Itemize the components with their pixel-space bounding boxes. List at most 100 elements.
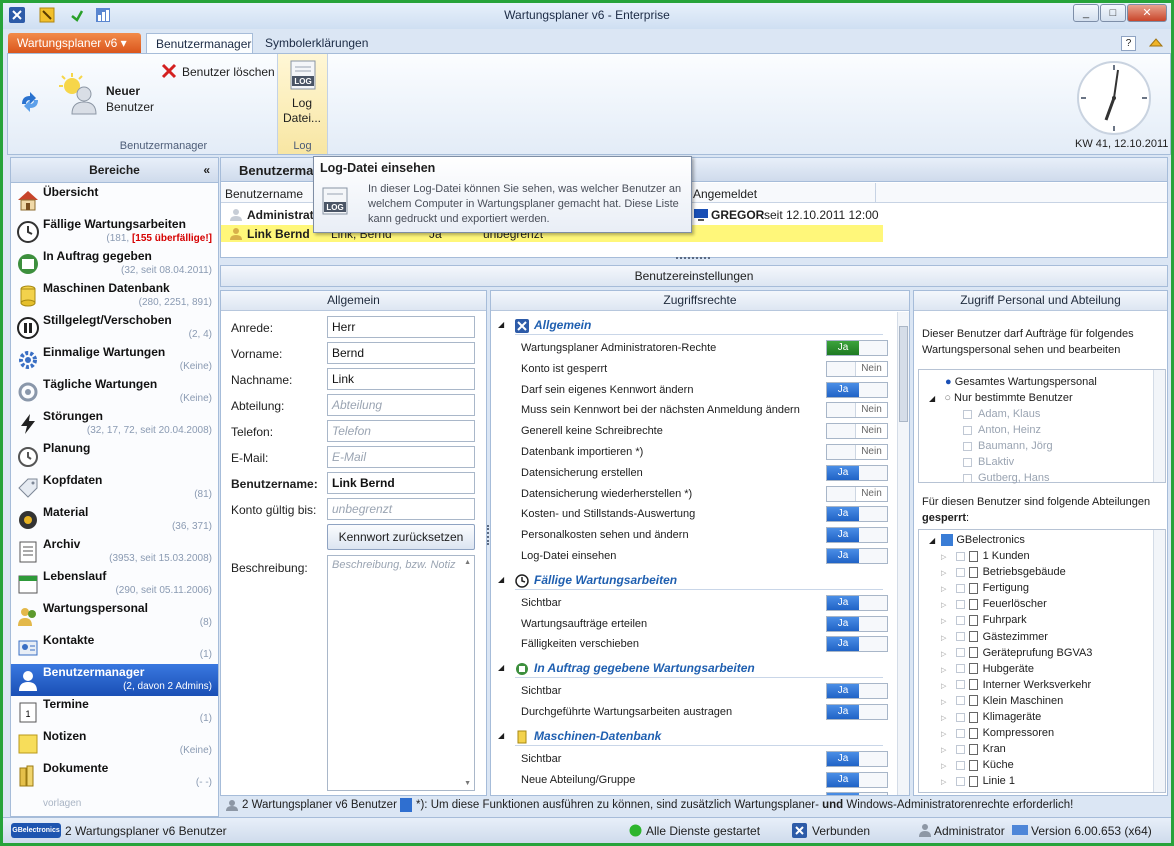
rights-row: Sichtbar Ja: [521, 593, 891, 613]
rights-toggle[interactable]: Nein: [826, 402, 888, 419]
rights-toggle[interactable]: Ja: [826, 750, 888, 767]
sidebar-item-auftrag[interactable]: In Auftrag gegeben (32, seit 08.04.2011): [11, 248, 218, 280]
rights-toggle[interactable]: Ja: [826, 704, 888, 720]
rights-toggle[interactable]: Ja: [826, 527, 888, 544]
collapse-sidebar-button[interactable]: «: [203, 158, 210, 182]
sidebar-item-stoerungen[interactable]: Störungen (32, 17, 72, seit 20.04.2008): [11, 408, 218, 440]
sidebar-item-lebenslauf[interactable]: Lebenslauf (290, seit 05.11.2006): [11, 568, 218, 600]
sidebar-item-dokumente[interactable]: Dokumente (- -): [11, 760, 218, 792]
valid-until-field[interactable]: unbegrenzt: [327, 498, 475, 520]
maximize-button[interactable]: □: [1100, 4, 1126, 22]
personnel-item[interactable]: BLaktiv: [963, 454, 1014, 470]
sidebar-item-maschinen[interactable]: Maschinen Datenbank (280, 2251, 891): [11, 280, 218, 312]
tab-symbolerklaerungen[interactable]: Symbolerklärungen: [256, 33, 376, 54]
salutation-field[interactable]: Herr: [327, 316, 475, 338]
column-benutzername[interactable]: Benutzername: [225, 187, 303, 201]
scroll-down-icon[interactable]: ▼: [464, 780, 471, 787]
help-button[interactable]: ?: [1121, 36, 1136, 51]
rights-row: Durchgeführte Wartungsarbeiten austragen…: [521, 702, 891, 722]
firstname-field[interactable]: Bernd: [327, 342, 475, 364]
department-item[interactable]: ▷ Linie 1: [941, 773, 1015, 791]
sidebar-item-kontakte[interactable]: Kontakte (1): [11, 632, 218, 664]
week-date-caption: KW 41, 12.10.2011: [1075, 138, 1169, 150]
sidebar-item-stillgelegt[interactable]: Stillgelegt/Verschoben (2, 4): [11, 312, 218, 344]
note-icon: [16, 732, 40, 756]
personnel-item[interactable]: Anton, Heinz: [963, 422, 1041, 438]
sidebar-header: Bereiche «: [11, 158, 218, 183]
sidebar-item-uebersicht[interactable]: Übersicht: [11, 184, 218, 216]
rights-toggle[interactable]: Ja: [826, 340, 888, 356]
sidebar-item-archiv[interactable]: Archiv (3953, seit 15.03.2008): [11, 536, 218, 568]
sidebar-item-taegliche[interactable]: Tägliche Wartungen (Keine): [11, 376, 218, 408]
rights-toggle[interactable]: Nein: [826, 485, 888, 502]
sidebar-item-faellige[interactable]: Fällige Wartungsarbeiten (181, [155 über…: [11, 216, 218, 248]
log-button[interactable]: Log: [278, 96, 326, 110]
scroll-up-icon[interactable]: ▲: [464, 559, 471, 566]
rights-toggle[interactable]: Ja: [826, 615, 888, 632]
users-panel-title: Benutzerman: [239, 163, 322, 178]
connection-icon: [792, 823, 807, 838]
column-angemeldet[interactable]: Angemeldet: [693, 187, 757, 201]
rights-toggle[interactable]: Ja: [826, 683, 888, 700]
sidebar-item-termine[interactable]: 1 Termine (1): [11, 696, 218, 728]
sidebar-item-benutzermanager[interactable]: Benutzermanager (2, davon 2 Admins): [11, 664, 218, 696]
option-selected-users[interactable]: ◢ ○ Nur bestimmte Benutzer: [929, 390, 1073, 407]
personnel-item[interactable]: Adam, Klaus: [963, 406, 1040, 422]
log-file-icon: LOG: [322, 187, 348, 215]
sidebar-item-wartungspersonal[interactable]: Wartungspersonal (8): [11, 600, 218, 632]
section-toggle-icon[interactable]: ◢: [498, 320, 504, 329]
rights-toggle[interactable]: Ja: [826, 594, 888, 611]
minimize-button[interactable]: _: [1073, 4, 1099, 22]
rights-toggle[interactable]: Ja: [826, 506, 888, 523]
tab-benutzermanager[interactable]: Benutzermanager: [146, 33, 253, 54]
new-user-button[interactable]: Neuer: [106, 84, 140, 98]
section-toggle-icon[interactable]: ◢: [498, 731, 504, 740]
section-toggle-icon[interactable]: ◢: [498, 663, 504, 672]
log-file-icon[interactable]: LOG: [290, 60, 316, 90]
rights-section-header[interactable]: Maschinen-Datenbank: [515, 726, 883, 746]
calendar-icon: [16, 572, 40, 596]
collapse-ribbon-icon[interactable]: [1148, 35, 1164, 49]
personnel-item[interactable]: Gutberg, Hans: [963, 470, 1050, 486]
delete-user-button[interactable]: Benutzer löschen: [182, 65, 275, 79]
rights-scrollbar[interactable]: [897, 312, 909, 795]
description-field[interactable]: Beschreibung, bzw. Notiz ▲ ▼: [327, 555, 475, 791]
email-field[interactable]: E-Mail: [327, 446, 475, 468]
vertical-splitter[interactable]: [487, 525, 489, 545]
sidebar-item-kopfdaten[interactable]: Kopfdaten (81): [11, 472, 218, 504]
option-all-personnel[interactable]: ● Gesamtes Wartungspersonal: [945, 374, 1097, 390]
info-users: 2 Wartungsplaner v6 Benutzer: [242, 799, 397, 811]
sidebar-item-material[interactable]: Material (36, 371): [11, 504, 218, 536]
rights-toggle[interactable]: Nein: [826, 444, 888, 460]
splitter-handle[interactable]: [676, 257, 710, 259]
sidebar-item-notizen[interactable]: Notizen (Keine): [11, 728, 218, 760]
rights-toggle[interactable]: Ja: [826, 771, 888, 788]
rights-toggle[interactable]: Ja: [826, 636, 888, 653]
new-user-icon[interactable]: [58, 72, 102, 116]
rights-toggle[interactable]: Ja: [826, 381, 888, 398]
rights-section-header[interactable]: Allgemein: [515, 315, 883, 335]
lastname-field[interactable]: Link: [327, 368, 475, 390]
section-toggle-icon[interactable]: ◢: [498, 575, 504, 584]
personnel-scrollbar[interactable]: [1153, 370, 1165, 482]
dept-scrollbar[interactable]: [1153, 530, 1165, 792]
rights-section-header[interactable]: Fällige Wartungsarbeiten: [515, 570, 883, 590]
personnel-item[interactable]: Baumann, Jörg: [963, 438, 1053, 454]
reset-password-button[interactable]: Kennwort zurücksetzen: [327, 524, 475, 550]
rights-toggle[interactable]: Ja: [826, 464, 888, 481]
rights-section-header[interactable]: In Auftrag gegebene Wartungsarbeiten: [515, 658, 883, 679]
rights-toggle[interactable]: Ja: [826, 792, 888, 795]
username-field[interactable]: Link Bernd: [327, 472, 475, 494]
rights-toggle[interactable]: Nein: [826, 423, 888, 440]
dept-root[interactable]: ◢ GBelectronics: [929, 532, 1025, 549]
sync-arrows-icon[interactable]: [18, 90, 42, 114]
rights-toggle[interactable]: Ja: [826, 548, 888, 564]
sidebar-item-planung[interactable]: Planung: [11, 440, 218, 472]
rights-toggle[interactable]: Nein: [826, 360, 888, 377]
department-field[interactable]: Abteilung: [327, 394, 475, 416]
phone-field[interactable]: Telefon: [327, 420, 475, 442]
close-button[interactable]: ✕: [1127, 4, 1167, 22]
app-menu-tab[interactable]: Wartungsplaner v6 ▾: [8, 33, 141, 54]
delete-icon[interactable]: [160, 62, 178, 80]
sidebar-item-einmalige[interactable]: Einmalige Wartungen (Keine): [11, 344, 218, 376]
